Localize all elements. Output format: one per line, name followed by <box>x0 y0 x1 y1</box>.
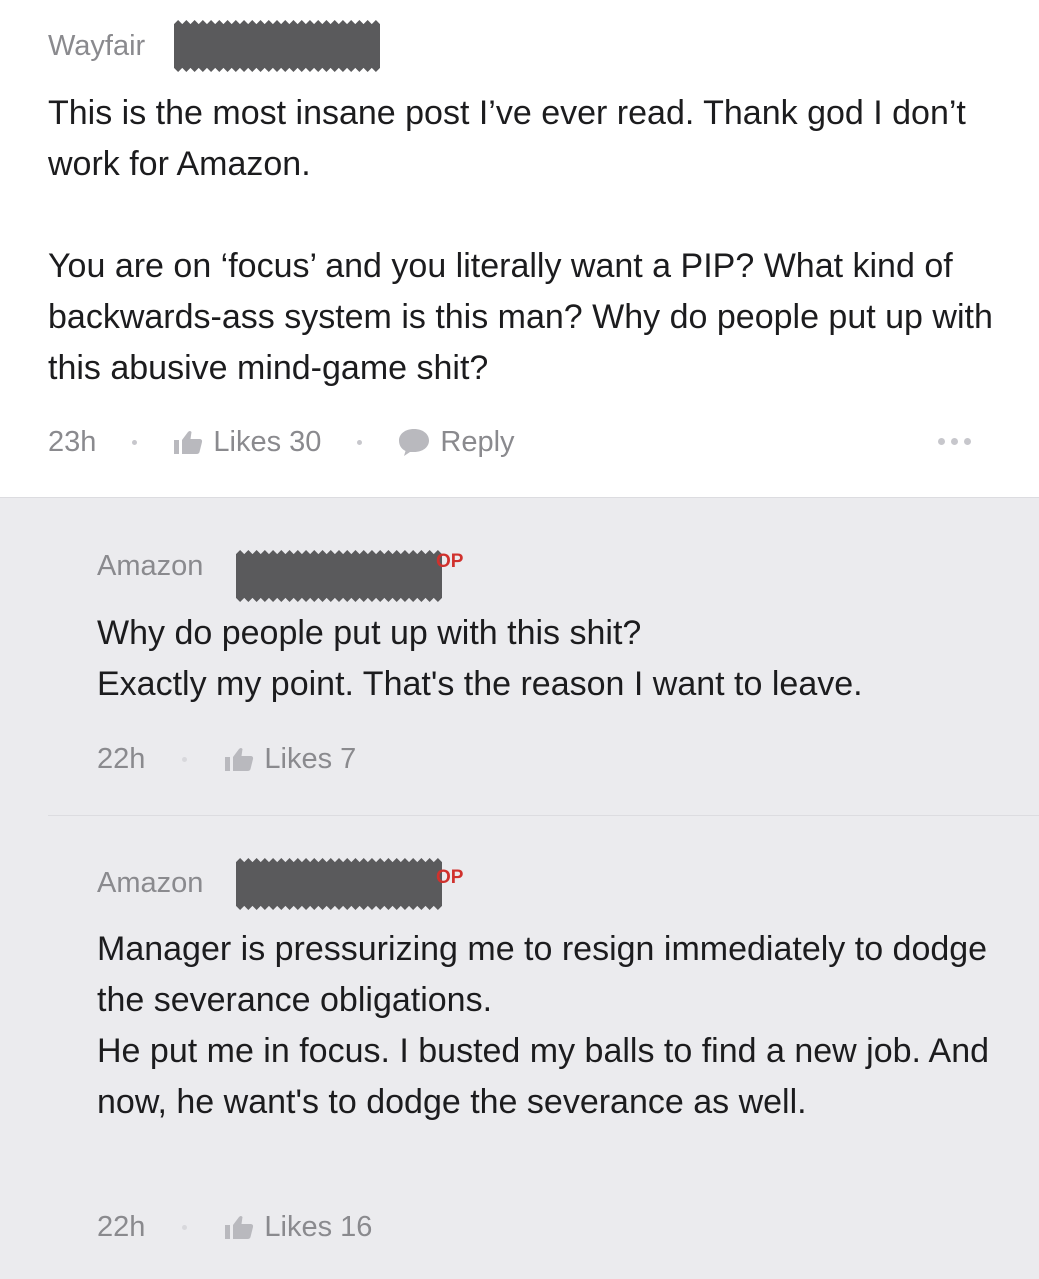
reply-body: Manager is pressurizing me to resign imm… <box>97 924 997 1128</box>
divider <box>48 815 1039 816</box>
redacted-username <box>236 858 442 910</box>
reply-meta: 22h Likes 7 <box>97 739 356 779</box>
timestamp: 23h <box>48 425 97 458</box>
timestamp: 22h <box>97 742 146 775</box>
separator-dot <box>182 1224 188 1230</box>
timestamp: 22h <box>97 1210 146 1243</box>
company-name[interactable]: Amazon <box>97 550 203 583</box>
separator-dot <box>132 439 138 445</box>
redacted-username <box>236 550 442 602</box>
separator-dot <box>182 756 188 762</box>
comment-body: This is the most insane post I’ve ever r… <box>48 88 998 394</box>
thumbs-up-icon[interactable] <box>224 1214 254 1240</box>
thumbs-up-icon[interactable] <box>173 429 203 455</box>
comment-meta: 23h Likes 30 Reply <box>48 422 515 462</box>
company-name[interactable]: Wayfair <box>48 30 145 63</box>
comment-paragraph: This is the most insane post I’ve ever r… <box>48 94 966 183</box>
reply-line: Manager is pressurizing me to resign imm… <box>97 930 988 1019</box>
separator-dot <box>357 439 363 445</box>
op-badge: OP <box>436 551 464 572</box>
ellipsis-icon[interactable] <box>938 438 971 445</box>
thumbs-up-icon[interactable] <box>224 746 254 772</box>
like-count[interactable]: Likes 30 <box>213 426 321 459</box>
speech-bubble-icon[interactable] <box>398 427 430 457</box>
like-count[interactable]: Likes 7 <box>264 743 356 776</box>
replies-section: Amazon OP Why do people put up with this… <box>0 497 1039 1279</box>
comment-main: Wayfair This is the most insane post I’v… <box>0 0 1039 497</box>
comment-paragraph: You are on ‘focus’ and you literally wan… <box>48 247 993 387</box>
reply-line: Exactly my point. That's the reason I wa… <box>97 665 863 703</box>
redacted-username <box>174 20 380 72</box>
like-count[interactable]: Likes 16 <box>264 1211 372 1244</box>
op-badge: OP <box>436 867 464 888</box>
reply-line: Why do people put up with this shit? <box>97 614 642 652</box>
reply-body: Why do people put up with this shit? Exa… <box>97 608 997 710</box>
reply-line: He put me in focus. I busted my balls to… <box>97 1032 990 1121</box>
reply-meta: 22h Likes 16 <box>97 1207 372 1247</box>
company-name[interactable]: Amazon <box>97 867 203 900</box>
reply-button[interactable]: Reply <box>440 426 514 459</box>
